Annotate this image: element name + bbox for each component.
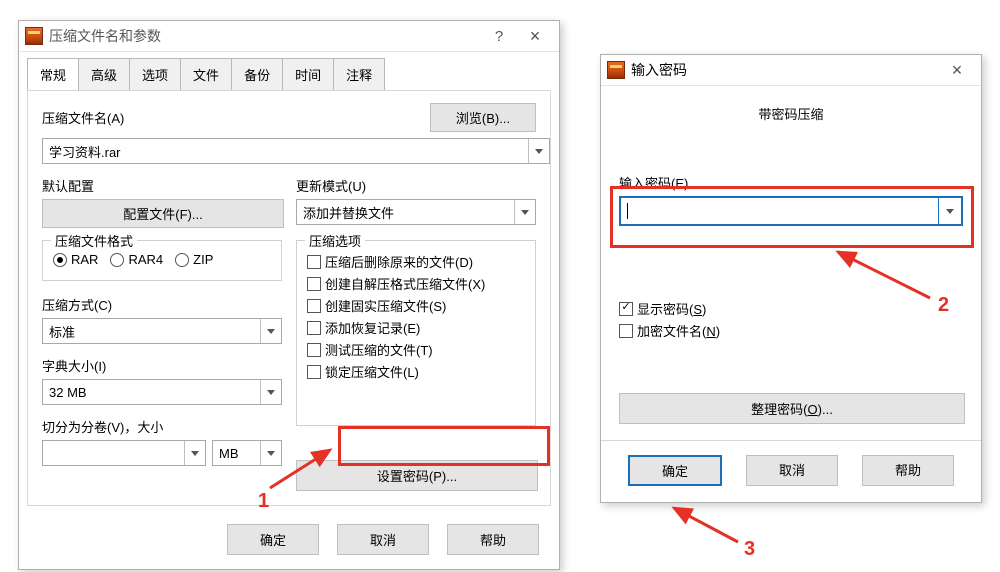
archive-name-input[interactable]: 学习资料.rar [42,138,550,164]
opt-sfx[interactable]: 创建自解压格式压缩文件(X) [307,274,525,293]
method-select[interactable]: 标准 [42,318,282,344]
winrar-icon [25,27,43,45]
checkbox-icon [619,302,633,316]
dict-value: 32 MB [49,385,87,400]
opt-delete-after[interactable]: 压缩后删除原来的文件(D) [307,252,525,271]
opt-lock[interactable]: 锁定压缩文件(L) [307,362,525,381]
annotation-number-3: 3 [744,538,755,561]
window-title: 压缩文件名和参数 [49,26,161,46]
tab-advanced[interactable]: 高级 [78,58,130,90]
dict-label: 字典大小(I) [42,356,282,375]
close-button[interactable]: × [517,22,553,50]
options-group-legend: 压缩选项 [305,231,365,250]
show-password-checkbox[interactable]: 显示密码(S) [619,299,963,318]
tab-backup[interactable]: 备份 [231,58,283,90]
set-password-button[interactable]: 设置密码(P)... [296,460,538,491]
password-input[interactable] [619,196,963,226]
opt-recovery[interactable]: 添加恢复记录(E) [307,318,525,337]
winrar-icon [607,61,625,79]
radio-icon [110,253,124,267]
browse-button[interactable]: 浏览(B)... [430,103,536,132]
help-button[interactable]: 帮助 [862,455,954,486]
opt-solid[interactable]: 创建固实压缩文件(S) [307,296,525,315]
close-button[interactable]: × [939,56,975,84]
annotation-number-2: 2 [938,294,949,317]
archive-name-label: 压缩文件名(A) [42,108,124,127]
annotation-number-1: 1 [258,490,269,513]
method-label: 压缩方式(C) [42,295,282,314]
archive-params-window: 压缩文件名和参数 ? × 常规 高级 选项 文件 备份 时间 注释 压缩文件名(… [18,20,560,570]
dialog-buttons: 确定 取消 帮助 [601,440,981,502]
format-group-legend: 压缩文件格式 [51,231,137,250]
ok-button[interactable]: 确定 [227,524,319,555]
update-mode-label: 更新模式(U) [296,176,536,195]
checkbox-icon [307,365,321,379]
checkbox-icon [307,299,321,313]
encrypt-names-checkbox[interactable]: 加密文件名(N) [619,321,963,340]
radio-icon [53,253,67,267]
format-rar4[interactable]: RAR4 [110,252,163,267]
update-mode-select[interactable]: 添加并替换文件 [296,199,536,225]
dict-select[interactable]: 32 MB [42,379,282,405]
help-button[interactable]: 帮助 [447,524,539,555]
password-heading: 带密码压缩 [619,104,963,123]
tab-bar: 常规 高级 选项 文件 备份 时间 注释 [19,52,559,90]
tab-comment[interactable]: 注释 [333,58,385,90]
cancel-button[interactable]: 取消 [746,455,838,486]
tab-time[interactable]: 时间 [282,58,334,90]
help-button[interactable]: ? [481,22,517,50]
password-window: 输入密码 × 带密码压缩 输入密码(E) 显示密码(S) 加密文件名(N) 整理… [600,54,982,503]
opt-test[interactable]: 测试压缩的文件(T) [307,340,525,359]
checkbox-icon [307,255,321,269]
organize-passwords-button[interactable]: 整理密码(O)... [619,393,965,424]
tab-body: 压缩文件名(A) 浏览(B)... 学习资料.rar 默认配置 配置文件(F).… [27,90,551,506]
text-cursor-icon [627,203,628,219]
profiles-button[interactable]: 配置文件(F)... [42,199,284,228]
format-zip[interactable]: ZIP [175,252,213,267]
split-label: 切分为分卷(V)，大小 [42,417,282,436]
archive-name-value: 学习资料.rar [49,142,121,161]
titlebar: 输入密码 × [601,55,981,86]
ok-button[interactable]: 确定 [628,455,722,486]
options-group: 压缩选项 压缩后删除原来的文件(D) 创建自解压格式压缩文件(X) 创建固实压缩… [296,240,536,426]
dialog-buttons: 确定 取消 帮助 [19,514,559,569]
default-profile-label: 默认配置 [42,176,282,195]
tab-general[interactable]: 常规 [27,58,79,90]
window-title: 输入密码 [631,60,687,80]
tab-files[interactable]: 文件 [180,58,232,90]
cancel-button[interactable]: 取消 [337,524,429,555]
radio-icon [175,253,189,267]
checkbox-icon [307,343,321,357]
split-size-input[interactable] [42,440,206,466]
split-unit-value: MB [219,446,239,461]
password-label: 输入密码(E) [619,173,963,192]
titlebar: 压缩文件名和参数 ? × [19,21,559,52]
checkbox-icon [307,321,321,335]
update-mode-value: 添加并替换文件 [303,203,394,222]
split-unit-select[interactable]: MB [212,440,282,466]
format-rar[interactable]: RAR [53,252,98,267]
tab-options[interactable]: 选项 [129,58,181,90]
method-value: 标准 [49,322,75,341]
format-group: 压缩文件格式 RAR RAR4 ZIP [42,240,282,281]
checkbox-icon [619,324,633,338]
checkbox-icon [307,277,321,291]
